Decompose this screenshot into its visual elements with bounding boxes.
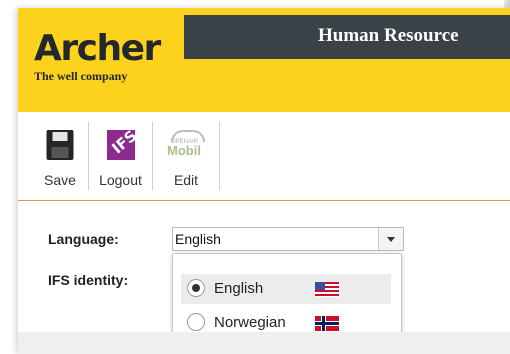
- norway-flag-icon: [315, 316, 339, 331]
- language-label: Language:: [48, 231, 119, 247]
- language-option-label: English: [214, 280, 264, 297]
- app-window: Archer The well company Human Resource S…: [18, 8, 510, 354]
- header: Archer The well company Human Resource: [18, 8, 510, 112]
- logout-button[interactable]: IFS Logout: [89, 122, 153, 190]
- app-title: Human Resource: [318, 25, 459, 46]
- edit-button[interactable]: OPENAIR Mobil Edit: [153, 122, 220, 190]
- logo: Archer The well company: [18, 8, 184, 112]
- save-label: Save: [44, 172, 76, 188]
- openair-mobil-icon: OPENAIR Mobil: [167, 130, 205, 160]
- ifs-logout-icon: IFS: [106, 130, 135, 160]
- radio-unselected-icon[interactable]: [187, 313, 205, 331]
- footer-band: [18, 332, 510, 354]
- language-option-english[interactable]: English: [181, 274, 391, 304]
- us-flag-icon: [315, 282, 339, 297]
- radio-selected-icon[interactable]: [187, 279, 205, 297]
- logo-wordmark: Archer: [34, 28, 161, 69]
- save-button[interactable]: Save: [32, 122, 89, 190]
- logout-label: Logout: [99, 172, 142, 188]
- edit-label: Edit: [173, 172, 199, 188]
- title-bar: Human Resource: [184, 15, 510, 59]
- chevron-down-icon[interactable]: [378, 228, 403, 250]
- edit-icon-text: Mobil: [167, 143, 201, 158]
- language-option-label: Norwegian: [214, 314, 286, 331]
- toolbar: Save IFS Logout OPENAIR Mobil Edit: [18, 112, 510, 201]
- language-select-value: English: [175, 231, 221, 247]
- logo-tagline: The well company: [34, 69, 128, 83]
- language-select[interactable]: English: [172, 227, 404, 251]
- save-icon: [46, 130, 74, 160]
- ifs-identity-label: IFS identity:: [48, 272, 129, 288]
